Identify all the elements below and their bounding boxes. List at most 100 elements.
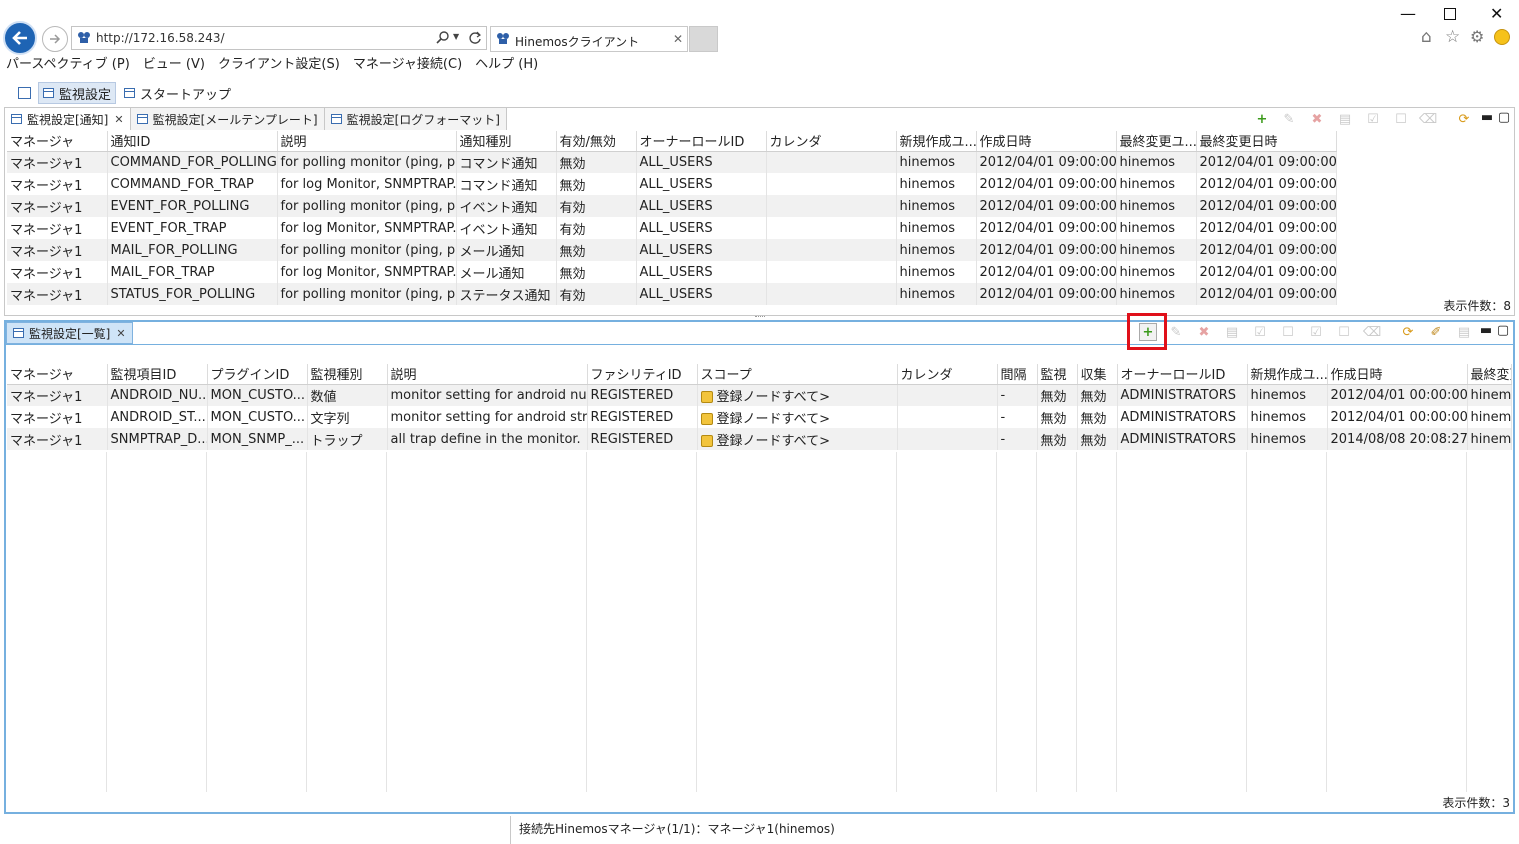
tab-mail-template[interactable]: 監視設定[メールテンプレート] (130, 108, 325, 130)
column-header[interactable]: 収集 (1077, 364, 1118, 385)
table-row[interactable]: マネージャ1 ANDROID_ST... MON_CUSTO... 文字列 monito… (7, 406, 1512, 428)
edit-icon[interactable]: ✎ (1280, 110, 1298, 128)
table-row[interactable]: マネージャ1 EVENT_FOR_TRAP for log Monitor, SNM… (7, 217, 1514, 239)
gear-icon[interactable]: ⚙ (1470, 27, 1484, 46)
browser-chrome: http://172.16.58.243/ ▼ Hinemosクライアント ✕ … (0, 0, 1519, 56)
column-header[interactable]: オーナーロールID (636, 131, 767, 152)
minimize-view-icon[interactable]: ▬ (1477, 321, 1495, 339)
column-header[interactable]: ファシリティID (587, 364, 698, 385)
close-icon[interactable]: ✕ (116, 327, 125, 340)
menu-help[interactable]: ヘルプ (H) (475, 56, 538, 76)
maximize-icon[interactable] (1444, 8, 1456, 20)
copy-icon[interactable]: ▤ (1223, 323, 1241, 341)
column-header[interactable]: 有効/無効 (556, 131, 637, 152)
favorites-star-icon[interactable]: ☆ (1445, 27, 1460, 47)
table-row[interactable]: マネージャ1 COMMAND_FOR_POLLING for polling mon… (7, 151, 1514, 173)
column-header[interactable]: 最終変更日時 (1196, 131, 1337, 152)
back-button[interactable] (3, 21, 37, 55)
menu-view[interactable]: ビュー (V) (143, 56, 205, 76)
column-header[interactable]: 間隔 (997, 364, 1038, 385)
column-header[interactable]: 新規作成ユ... (896, 131, 977, 152)
forward-button[interactable] (42, 26, 68, 52)
refresh-icon[interactable]: ⟳ (1455, 110, 1473, 128)
collect-enable-icon[interactable]: ☑ (1307, 323, 1325, 341)
perspective-monitor-settings[interactable]: 監視設定 (38, 82, 117, 104)
filter-icon[interactable]: ✐ (1427, 323, 1445, 341)
refresh-icon[interactable]: ⟳ (1399, 323, 1417, 341)
column-header[interactable]: プラグインID (207, 364, 308, 385)
column-header[interactable]: 作成日時 (1327, 364, 1468, 385)
browser-tab[interactable]: Hinemosクライアント ✕ (490, 26, 688, 52)
table-cell: 2012/04/01 09:00:00 (976, 261, 1117, 283)
enable-icon[interactable]: ☑ (1251, 323, 1269, 341)
paste-icon[interactable]: ▤ (1455, 323, 1473, 341)
sash-handle[interactable] (755, 316, 765, 319)
column-header[interactable]: 監視種別 (307, 364, 388, 385)
table-cell: マネージャ1 (7, 217, 108, 239)
column-header[interactable]: 作成日時 (976, 131, 1117, 152)
menu-bar: パースペクティブ (P) ビュー (V) クライアント設定(S) マネージャ接続… (0, 56, 1519, 76)
perspective-startup[interactable]: スタートアップ (120, 82, 235, 104)
column-header[interactable]: 通知種別 (456, 131, 557, 152)
search-icon[interactable] (436, 31, 450, 45)
maximize-view-icon[interactable]: ▢ (1494, 321, 1512, 339)
tab-log-format[interactable]: 監視設定[ログフォーマット] (324, 108, 507, 130)
column-header[interactable]: カレンダ (766, 131, 897, 152)
disable-icon[interactable]: ☐ (1392, 110, 1410, 128)
enable-icon[interactable]: ☑ (1364, 110, 1382, 128)
table-row[interactable]: マネージャ1 COMMAND_FOR_TRAP for log Monitor, S… (7, 173, 1514, 195)
table-row[interactable]: マネージャ1 MAIL_FOR_TRAP for log Monitor, SNMP… (7, 261, 1514, 283)
close-window-icon[interactable]: ✕ (1490, 4, 1503, 23)
add-icon[interactable]: + (1253, 110, 1271, 128)
cell-text: マネージャ1 (10, 389, 83, 405)
tab-monitor-list[interactable]: 監視設定[一覧] ✕ (6, 322, 133, 344)
clear-icon[interactable]: ⌫ (1419, 110, 1437, 128)
smiley-icon[interactable] (1494, 29, 1510, 45)
table-cell: 2012/04/01 09:00:00 (1196, 217, 1337, 239)
edit-icon[interactable]: ✎ (1167, 323, 1185, 341)
clear-icon[interactable]: ⌫ (1363, 323, 1381, 341)
menu-perspective[interactable]: パースペクティブ (P) (6, 56, 130, 76)
address-bar[interactable]: http://172.16.58.243/ ▼ (71, 26, 487, 50)
column-header[interactable]: 監視項目ID (107, 364, 208, 385)
cell-text: 2014/08/08 20:08:27 (1330, 431, 1467, 447)
table-row[interactable]: マネージャ1 SNMPTRAP_D... MON_SNMP_... トラップ all t… (7, 428, 1512, 450)
column-header[interactable]: カレンダ (897, 364, 998, 385)
column-header[interactable]: マネージャ (7, 131, 108, 152)
column-header[interactable]: 最終変更 (1467, 364, 1512, 385)
column-header[interactable]: 新規作成ユ... (1247, 364, 1328, 385)
tab-notification[interactable]: 監視設定[通知] ✕ (5, 108, 131, 130)
minimize-icon[interactable]: — (1400, 4, 1416, 23)
column-header[interactable]: マネージャ (7, 364, 108, 385)
column-header[interactable]: 監視 (1037, 364, 1078, 385)
delete-icon[interactable]: ✖ (1195, 323, 1213, 341)
close-tab-icon[interactable]: ✕ (673, 32, 683, 46)
site-icon (497, 33, 509, 44)
column-header[interactable]: 通知ID (107, 131, 278, 152)
open-perspective-button[interactable] (14, 82, 35, 104)
collect-disable-icon[interactable]: ☐ (1335, 323, 1353, 341)
column-header[interactable]: オーナーロールID (1117, 364, 1248, 385)
menu-manager-connection[interactable]: マネージャ接続(C) (353, 56, 462, 76)
column-header[interactable]: 説明 (387, 364, 588, 385)
home-icon[interactable]: ⌂ (1421, 27, 1432, 47)
dropdown-icon[interactable]: ▼ (453, 32, 459, 41)
disable-icon[interactable]: ☐ (1279, 323, 1297, 341)
close-icon[interactable]: ✕ (114, 113, 123, 126)
table-row[interactable]: マネージャ1 ANDROID_NU... MON_CUSTO... 数値 monitor… (7, 384, 1512, 406)
column-header[interactable]: スコープ (697, 364, 898, 385)
new-tab-button[interactable] (689, 26, 718, 52)
table-cell: - (997, 428, 1038, 450)
maximize-view-icon[interactable]: ▢ (1495, 108, 1513, 126)
column-header[interactable]: 最終変更ユ... (1116, 131, 1197, 152)
column-header[interactable]: 説明 (277, 131, 457, 152)
refresh-icon[interactable] (468, 31, 482, 45)
minimize-view-icon[interactable]: ▬ (1478, 108, 1496, 126)
table-row[interactable]: マネージャ1 EVENT_FOR_POLLING for polling monit… (7, 195, 1514, 217)
menu-client-settings[interactable]: クライアント設定(S) (218, 56, 340, 76)
delete-icon[interactable]: ✖ (1308, 110, 1326, 128)
copy-icon[interactable]: ▤ (1336, 110, 1354, 128)
cell-text: ANDROID_ST... (110, 409, 206, 425)
table-row[interactable]: マネージャ1 MAIL_FOR_POLLING for polling monito… (7, 239, 1514, 261)
table-row[interactable]: マネージャ1 STATUS_FOR_POLLING for polling moni… (7, 283, 1514, 305)
